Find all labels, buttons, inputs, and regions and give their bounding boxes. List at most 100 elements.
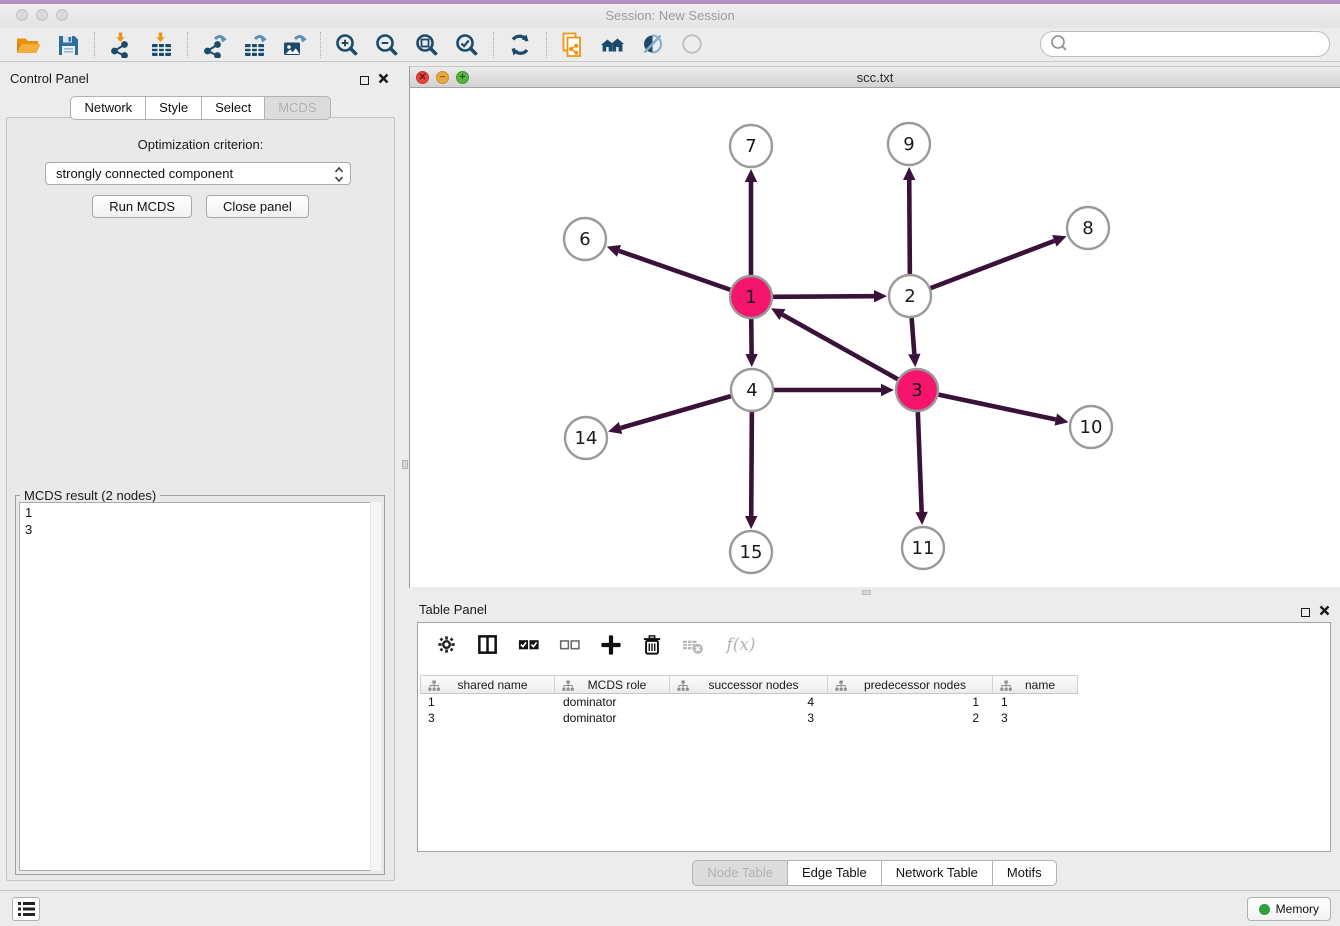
cell-MCDS-role[interactable]: dominator	[555, 694, 670, 710]
select-all-rows-icon[interactable]	[516, 632, 542, 658]
refresh-layout-icon[interactable]	[500, 30, 540, 60]
graph-node-1[interactable]: 1	[730, 276, 772, 318]
mcds-result-text[interactable]: 1 3	[19, 502, 381, 871]
graph-node-10[interactable]: 10	[1070, 406, 1112, 448]
graph-edge-3-11[interactable]	[915, 412, 927, 525]
open-file-icon[interactable]	[8, 30, 48, 60]
task-history-button[interactable]	[12, 897, 40, 921]
tab-mcds[interactable]: MCDS	[265, 96, 330, 120]
graph-node-4[interactable]: 4	[731, 369, 773, 411]
save-session-icon[interactable]	[48, 30, 88, 60]
cell-name[interactable]: 3	[993, 710, 1078, 726]
graph-node-15[interactable]: 15	[730, 531, 772, 573]
criterion-dropdown[interactable]: strongly connected component	[45, 162, 351, 185]
attribute-type-icon	[1000, 680, 1012, 695]
svg-text:7: 7	[745, 136, 756, 157]
vertical-splitter[interactable]	[401, 62, 409, 890]
add-column-icon[interactable]	[598, 632, 624, 658]
search-input[interactable]	[1072, 37, 1322, 52]
column-header-MCDS-role[interactable]: MCDS role	[555, 675, 670, 694]
column-header-shared-name[interactable]: shared name	[420, 675, 555, 694]
splitter-grip[interactable]	[402, 460, 408, 469]
result-scrollbar[interactable]	[370, 502, 381, 871]
graph-edge-3-1[interactable]	[771, 308, 898, 379]
show-columns-icon[interactable]	[475, 632, 501, 658]
graph-edge-4-15[interactable]	[745, 412, 757, 529]
tab-network-table[interactable]: Network Table	[882, 860, 993, 886]
float-panel-icon[interactable]	[1301, 608, 1310, 617]
cell-shared-name[interactable]: 3	[420, 710, 555, 726]
tab-motifs[interactable]: Motifs	[993, 860, 1057, 886]
optimization-criterion-label: Optimization criterion:	[7, 137, 394, 152]
svg-text:1: 1	[745, 287, 756, 308]
graph-node-2[interactable]: 2	[889, 275, 931, 317]
table-row[interactable]: 1dominator411	[420, 694, 1078, 710]
float-panel-icon[interactable]	[360, 76, 369, 85]
graph-node-9[interactable]: 9	[888, 123, 930, 165]
graph-edge-4-14[interactable]	[608, 396, 731, 434]
graph-edge-1-6[interactable]	[607, 245, 731, 290]
export-network-icon[interactable]	[194, 30, 234, 60]
zoom-selected-icon[interactable]	[447, 30, 487, 60]
column-header-name[interactable]: name	[993, 675, 1078, 694]
export-image-icon[interactable]	[274, 30, 314, 60]
tab-select[interactable]: Select	[202, 96, 265, 120]
graph-edge-1-2[interactable]	[773, 290, 887, 302]
svg-text:14: 14	[575, 428, 598, 449]
column-header-successor-nodes[interactable]: successor nodes	[670, 675, 828, 694]
table-row[interactable]: 3dominator323	[420, 710, 1078, 726]
export-table-icon[interactable]	[234, 30, 274, 60]
graph-node-8[interactable]: 8	[1067, 207, 1109, 249]
cell-shared-name[interactable]: 1	[420, 694, 555, 710]
zoom-fit-icon[interactable]	[407, 30, 447, 60]
graph-edge-1-4[interactable]	[745, 319, 757, 367]
cell-successor-nodes[interactable]: 3	[670, 710, 828, 726]
deselect-all-rows-icon[interactable]	[557, 632, 583, 658]
graph-node-3[interactable]: 3	[896, 369, 938, 411]
table-tabs: Node TableEdge TableNetwork TableMotifs	[409, 860, 1340, 886]
graph-edge-3-10[interactable]	[939, 395, 1069, 426]
column-header-predecessor-nodes[interactable]: predecessor nodes	[828, 675, 993, 694]
zoom-in-icon[interactable]	[327, 30, 367, 60]
import-network-icon[interactable]	[101, 30, 141, 60]
graph-edge-2-9[interactable]	[903, 167, 915, 274]
search-box[interactable]	[1040, 31, 1330, 57]
memory-button[interactable]: Memory	[1247, 897, 1331, 921]
graphics-details-icon[interactable]	[633, 30, 673, 60]
tab-edge-table[interactable]: Edge Table	[788, 860, 882, 886]
close-panel-button[interactable]: Close panel	[206, 195, 309, 218]
graph-edge-1-7[interactable]	[745, 169, 757, 275]
cell-predecessor-nodes[interactable]: 1	[828, 694, 993, 710]
horizontal-splitter[interactable]	[409, 588, 1340, 596]
tab-node-table[interactable]: Node Table	[692, 860, 788, 886]
cell-predecessor-nodes[interactable]: 2	[828, 710, 993, 726]
cell-MCDS-role[interactable]: dominator	[555, 710, 670, 726]
graph-node-7[interactable]: 7	[730, 125, 772, 167]
network-canvas[interactable]: 7 9 6 8 1 2 4 3 14 10 15 11	[410, 88, 1340, 587]
graph-edge-2-8[interactable]	[931, 235, 1067, 288]
table-settings-icon[interactable]	[434, 632, 460, 658]
close-panel-icon[interactable]	[378, 71, 389, 89]
graph-edge-4-3[interactable]	[774, 384, 894, 396]
tab-style[interactable]: Style	[146, 96, 202, 120]
import-table-icon[interactable]	[141, 30, 181, 60]
toolbar-separator	[546, 32, 547, 58]
graph-node-11[interactable]: 11	[902, 527, 944, 569]
close-panel-icon[interactable]	[1319, 603, 1330, 621]
delete-rows-icon[interactable]	[639, 632, 665, 658]
clone-network-icon[interactable]	[553, 30, 593, 60]
first-neighbors-icon[interactable]	[593, 30, 633, 60]
attribute-type-icon	[428, 680, 440, 695]
cell-name[interactable]: 1	[993, 694, 1078, 710]
toolbar-separator	[320, 32, 321, 58]
toolbar-separator	[187, 32, 188, 58]
zoom-out-icon[interactable]	[367, 30, 407, 60]
splitter-grip[interactable]	[862, 590, 871, 595]
run-mcds-button[interactable]: Run MCDS	[92, 195, 192, 218]
graph-node-14[interactable]: 14	[565, 417, 607, 459]
graph-edge-2-3[interactable]	[908, 318, 920, 367]
cell-successor-nodes[interactable]: 4	[670, 694, 828, 710]
graph-node-6[interactable]: 6	[564, 218, 606, 260]
tab-network[interactable]: Network	[70, 96, 146, 120]
svg-text:2: 2	[904, 286, 915, 307]
